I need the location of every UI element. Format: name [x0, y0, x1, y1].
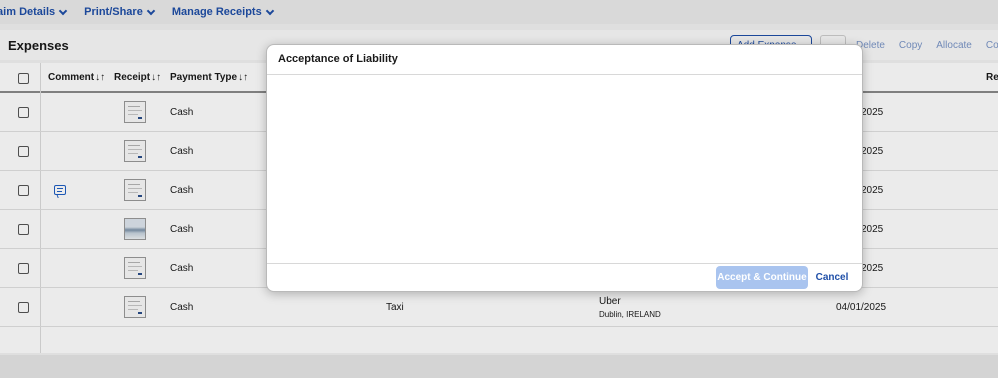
accept-continue-button[interactable]: Accept & Continue [716, 266, 808, 289]
dialog-title: Acceptance of Liability [278, 53, 398, 65]
dialog-divider [267, 263, 862, 264]
dialog-body [267, 75, 862, 263]
cancel-button[interactable]: Cancel [813, 266, 851, 289]
acceptance-of-liability-dialog: Acceptance of Liability Accept & Continu… [266, 44, 863, 292]
